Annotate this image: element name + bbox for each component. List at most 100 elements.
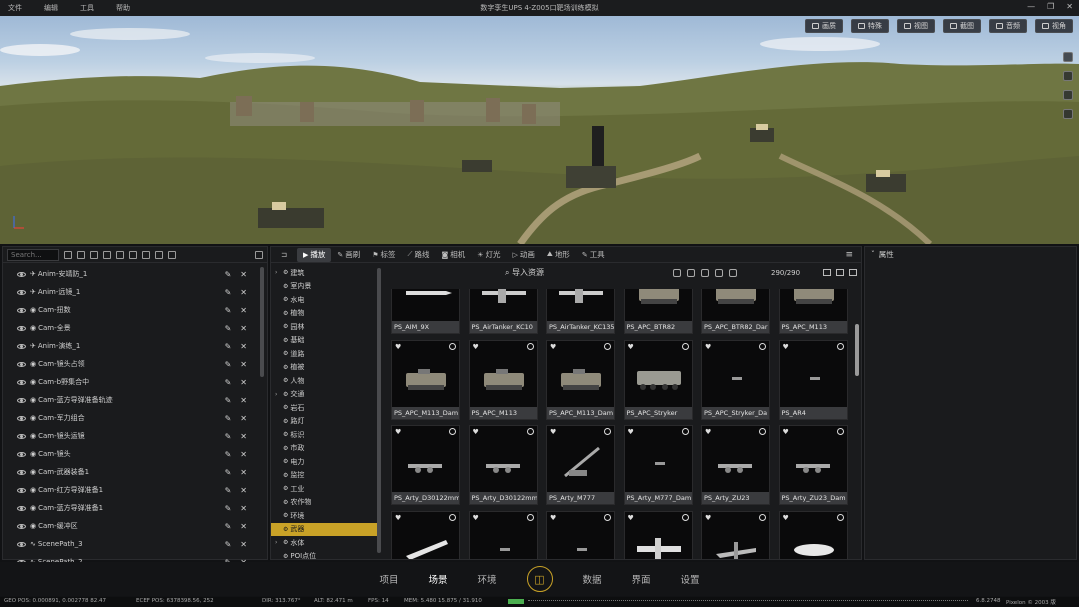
eye-icon[interactable] (17, 289, 26, 295)
eye-icon[interactable] (17, 307, 26, 313)
delete-icon[interactable]: ✕ (240, 414, 247, 423)
tab-1[interactable]: ✎ 画刷 (331, 248, 366, 262)
asset-card[interactable]: ♥ (546, 510, 615, 559)
audio-button[interactable]: 音频 (989, 19, 1027, 33)
tab-4[interactable]: ◙ 相机 (435, 248, 471, 262)
edit-icon[interactable]: ✎ (225, 270, 232, 279)
stack-icon[interactable] (168, 250, 176, 259)
panel-toggle-icon[interactable]: ⊐ (275, 248, 297, 262)
effects-button[interactable]: 特殊 (851, 19, 889, 33)
upload-icon[interactable] (715, 268, 723, 277)
asset-card[interactable]: ♥PS_AIM_9X (391, 289, 460, 334)
tree-node[interactable]: ⚙ 植被 (271, 361, 377, 375)
menu-edit[interactable]: 编辑 (44, 3, 58, 13)
delete-icon[interactable]: ✕ (240, 522, 247, 531)
info-icon[interactable] (836, 428, 844, 435)
tree-node[interactable]: ⚙ 农作物 (271, 496, 377, 510)
delete-icon[interactable]: ✕ (240, 396, 247, 405)
quality-button[interactable]: 画质 (805, 19, 843, 33)
heart-icon[interactable] (701, 268, 709, 277)
layer-icon[interactable] (1063, 71, 1073, 81)
eye-icon[interactable] (17, 487, 26, 493)
asset-card[interactable]: ♥ PS_Arty_M777 (546, 425, 615, 505)
info-icon[interactable] (526, 513, 534, 521)
asset-card[interactable]: ♥ PS_Arty_D30122mm (468, 425, 538, 505)
tree-node[interactable]: ⚙ 工业 (271, 482, 377, 496)
eye-icon[interactable] (17, 523, 26, 529)
scene-item[interactable]: ∿ ScenePath_3 ✎ ✕ (3, 535, 267, 553)
eye-icon[interactable] (17, 379, 26, 385)
asset-card[interactable]: ♥ (468, 510, 538, 559)
tab-7[interactable]: ⛰ 地形 (541, 248, 576, 262)
info-icon[interactable] (449, 513, 456, 521)
delete-icon[interactable]: ✕ (240, 504, 247, 513)
info-icon[interactable] (681, 513, 689, 521)
collapse-icon[interactable] (255, 250, 263, 259)
info-icon[interactable] (604, 342, 611, 350)
square-icon[interactable] (155, 250, 163, 259)
nav-item[interactable]: 场景 (428, 572, 447, 586)
move-icon[interactable] (129, 250, 137, 259)
heart-icon[interactable]: ♥ (550, 428, 556, 436)
delete-icon[interactable]: ✕ (240, 450, 247, 459)
list-view-icon[interactable] (836, 269, 844, 276)
tree-node[interactable]: ⚙ 路灯 (271, 415, 377, 429)
edit-icon[interactable]: ✎ (225, 378, 232, 387)
scene-search-input[interactable]: Search... (7, 248, 59, 261)
edit-icon[interactable]: ✎ (225, 306, 232, 315)
tree-node[interactable]: ⚙ 市政 (271, 442, 377, 456)
move-icon[interactable] (1063, 52, 1073, 62)
scene-item[interactable]: ◉ Cam-扭数 ✎ ✕ (3, 301, 267, 319)
tree-node[interactable]: › ⚙ 水体 (271, 536, 377, 550)
view-button[interactable]: 视图 (897, 19, 935, 33)
scene-item[interactable]: ◉ Cam-蓝方导弹准备轨迹 ✎ ✕ (3, 391, 267, 409)
asset-card[interactable]: ♥ (701, 510, 770, 559)
asset-card[interactable]: ♥ PS_APC_Stryker (623, 339, 693, 420)
scene-item[interactable]: ◉ Cam-武器装备1 ✎ ✕ (3, 463, 267, 481)
timeline[interactable] (528, 600, 968, 603)
tree-node[interactable]: ⚙ 园林 (271, 320, 377, 334)
globe-icon[interactable] (1063, 109, 1073, 119)
maximize-button[interactable]: ❐ (1047, 2, 1054, 11)
eye-icon[interactable] (17, 343, 26, 349)
eye-icon[interactable] (17, 505, 26, 511)
tree-node[interactable]: › ⚙ 交通 (271, 388, 377, 402)
nav-item[interactable]: 界面 (632, 572, 651, 586)
info-icon[interactable] (526, 342, 534, 350)
heart-icon[interactable]: ♥ (783, 514, 789, 522)
edit-icon[interactable]: ✎ (225, 504, 232, 513)
tree-node[interactable]: ⚙ 人物 (271, 374, 377, 388)
scene-item[interactable]: ◉ Cam-蓝方导弹准备1 ✎ ✕ (3, 499, 267, 517)
sort-icon[interactable] (729, 268, 737, 277)
menu-tools[interactable]: 工具 (80, 3, 94, 13)
heart-icon[interactable]: ♥ (628, 514, 634, 522)
eye-icon[interactable] (17, 433, 26, 439)
nav-item[interactable]: 环境 (477, 572, 496, 586)
camera-icon[interactable] (103, 250, 111, 259)
edit-icon[interactable]: ✎ (225, 342, 232, 351)
frame-icon[interactable] (90, 250, 98, 259)
heart-icon[interactable]: ♥ (473, 514, 479, 522)
edit-icon[interactable]: ✎ (225, 288, 232, 297)
heart-icon[interactable]: ♥ (473, 428, 479, 436)
trash-icon[interactable] (673, 268, 681, 277)
scene-item[interactable]: ◉ Cam-军力组合 ✎ ✕ (3, 409, 267, 427)
edit-icon[interactable]: ✎ (225, 324, 232, 333)
delete-icon[interactable]: ✕ (240, 324, 247, 333)
tab-2[interactable]: ⚑ 标签 (366, 248, 401, 262)
3d-viewport[interactable]: 画质 特殊 视图 截图 音频 视角 (0, 16, 1079, 244)
info-icon[interactable] (836, 342, 844, 350)
info-icon[interactable] (526, 428, 534, 435)
nav-item[interactable]: 设置 (681, 572, 700, 586)
tab-8[interactable]: ✎ 工具 (576, 248, 611, 262)
info-icon[interactable] (449, 428, 456, 435)
grid-icon[interactable] (77, 250, 85, 259)
info-icon[interactable] (449, 342, 456, 350)
scene-item[interactable]: ◉ Cam-全景 ✎ ✕ (3, 319, 267, 337)
scene-item[interactable]: ◉ Cam-红方导弹准备1 ✎ ✕ (3, 481, 267, 499)
tree-node[interactable]: ⚙ 武器 (271, 522, 377, 536)
tree-scrollbar[interactable] (377, 268, 381, 553)
asset-card[interactable]: ♥PS_AirTanker_KC10 (468, 289, 538, 334)
asset-card[interactable]: ♥ PS_APC_M113_Dam (391, 339, 460, 420)
tab-5[interactable]: ☀ 灯光 (471, 248, 506, 262)
